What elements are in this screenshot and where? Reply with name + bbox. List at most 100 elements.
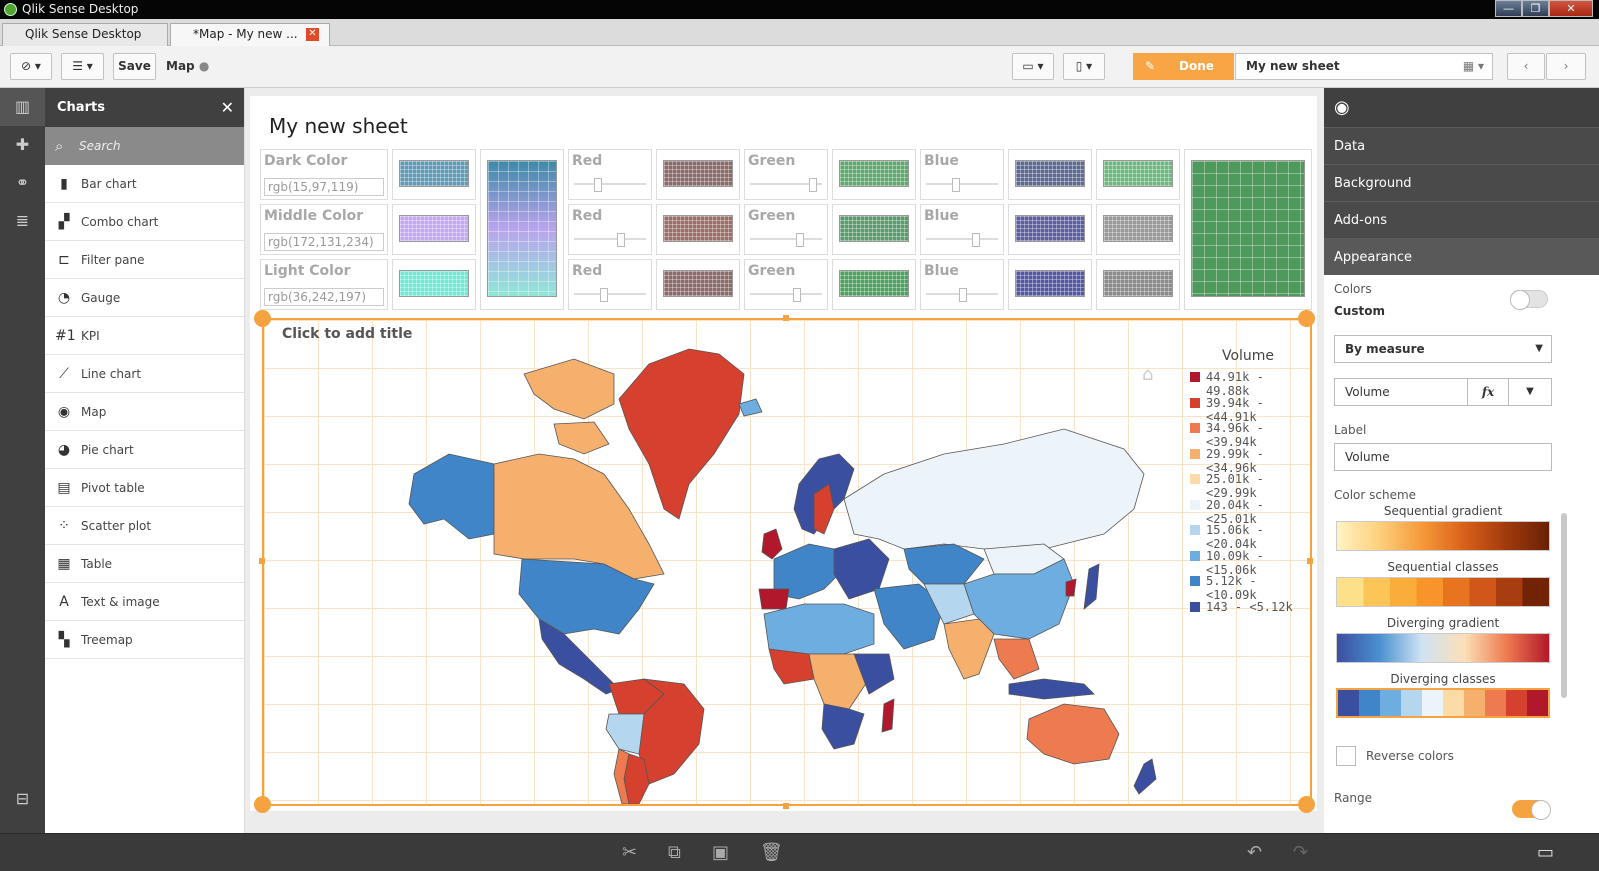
resize-handle-bottom[interactable] [783, 803, 789, 809]
scheme-sequential-gradient[interactable] [1336, 521, 1550, 551]
green-slider-track[interactable] [750, 293, 822, 295]
chart-item-pie-chart[interactable]: ◕ Pie chart [45, 431, 244, 469]
save-button[interactable]: Save [113, 53, 156, 80]
chart-search-input[interactable]: ⌕ Search [45, 127, 244, 165]
green-slider-track[interactable] [750, 238, 822, 240]
resize-handle-left[interactable] [259, 558, 265, 564]
variables-icon[interactable]: ⊟ [0, 780, 45, 818]
database-icon[interactable]: ≣ [0, 202, 45, 240]
resize-handle-top[interactable] [783, 315, 789, 321]
chart-item-combo-chart[interactable]: ▞ Combo chart [45, 203, 244, 241]
scheme-sequential-classes[interactable] [1336, 577, 1550, 607]
blue-slider-knob[interactable] [952, 178, 961, 192]
legend-item[interactable]: 25.01k - <29.99k [1188, 472, 1308, 500]
chart-item-text-image[interactable]: A Text & image [45, 583, 244, 621]
chart-item-gauge[interactable]: ◔ Gauge [45, 279, 244, 317]
blue-slider-knob[interactable] [959, 288, 967, 302]
blue-slider-track[interactable] [926, 183, 998, 185]
undo-icon[interactable]: ↶ [1247, 842, 1262, 863]
copy-icon[interactable]: ⧉ [668, 842, 681, 863]
reverse-colors-checkbox[interactable] [1336, 746, 1356, 766]
map-object[interactable]: Click to add title ⌂ Volume 44.91k - 49.… [262, 318, 1312, 806]
legend-item[interactable]: 34.96k - <39.94k [1188, 421, 1308, 449]
close-tab-icon[interactable]: ✕ [306, 28, 319, 41]
green-slider-knob[interactable] [796, 233, 805, 247]
close-window-button[interactable]: ✕ [1549, 0, 1593, 17]
close-panel-icon[interactable]: ✕ [221, 88, 234, 127]
cut-icon[interactable]: ✂ [622, 842, 637, 863]
legend-item[interactable]: 10.09k - <15.06k [1188, 549, 1308, 577]
chart-item-treemap[interactable]: ▚ Treemap [45, 621, 244, 659]
green-slider-knob[interactable] [809, 178, 818, 192]
redo-icon[interactable]: ↷ [1293, 842, 1308, 863]
previous-sheet-button[interactable]: ‹ [1507, 53, 1545, 80]
charts-icon[interactable]: ▥ [0, 88, 45, 126]
red-slider-knob[interactable] [616, 233, 625, 247]
chart-item-filter-pane[interactable]: ⊏ Filter pane [45, 241, 244, 279]
red-slider-track[interactable] [574, 183, 646, 185]
green-slider-knob[interactable] [792, 288, 801, 302]
chart-item-scatter-plot[interactable]: ⁘ Scatter plot [45, 507, 244, 545]
done-button[interactable]: ✎ Done [1133, 53, 1234, 80]
extensions-icon[interactable]: ✚ [0, 126, 45, 164]
blue-slider-knob[interactable] [972, 233, 981, 247]
red-slider-track[interactable] [574, 293, 646, 295]
section-appearance[interactable]: Appearance [1324, 238, 1599, 275]
range-toggle[interactable] [1512, 800, 1551, 820]
red-slider-knob[interactable] [593, 178, 602, 192]
resize-handle-top-right[interactable] [1298, 310, 1315, 327]
paste-icon[interactable]: ▣ [712, 842, 729, 863]
resize-handle-bottom-left[interactable] [254, 796, 271, 813]
legend-item[interactable]: 5.12k - <10.09k [1188, 574, 1308, 602]
legend-item[interactable]: 29.99k - <34.96k [1188, 447, 1308, 475]
expression-button[interactable]: fx [1467, 378, 1509, 406]
menu-button[interactable]: ☰ ▾ [61, 53, 104, 80]
chart-item-bar-chart[interactable]: ▮ Bar chart [45, 165, 244, 203]
chart-item-pivot-table[interactable]: ▤ Pivot table [45, 469, 244, 507]
map-selector[interactable]: Map ● [166, 59, 209, 73]
navigation-button[interactable]: ⊘ ▾ [10, 53, 52, 80]
blue-slider-track[interactable] [926, 238, 998, 240]
toggle-properties-icon[interactable]: ▭ [1537, 842, 1554, 863]
properties-scrollbar[interactable] [1561, 513, 1567, 698]
minimize-button[interactable]: — [1495, 0, 1522, 17]
label-input[interactable]: Volume [1334, 443, 1552, 471]
tab-hub[interactable]: Qlik Sense Desktop hub [2, 23, 168, 62]
tab-map[interactable]: *Map - My new ... ✕ [170, 23, 330, 46]
measure-caret-button[interactable]: ▼ [1508, 378, 1552, 406]
colors-toggle[interactable] [1510, 290, 1548, 310]
legend-item[interactable]: 143 - <5.12k [1188, 600, 1308, 626]
scheme-diverging-gradient[interactable] [1336, 633, 1550, 663]
section-data[interactable]: Data [1324, 127, 1599, 164]
measure-input[interactable]: Volume [1334, 378, 1468, 406]
legend-item[interactable]: 44.91k - 49.88k [1188, 370, 1308, 398]
sheet-name-field[interactable]: My new sheet ▦ ▾ [1235, 53, 1493, 80]
color-value-input[interactable]: rgb(172,131,234) [264, 233, 384, 251]
scheme-diverging-classes[interactable] [1336, 688, 1550, 718]
chart-item-map[interactable]: ◉ Map [45, 393, 244, 431]
legend-item[interactable]: 20.04k - <25.01k [1188, 498, 1308, 526]
next-sheet-button[interactable]: › [1546, 53, 1586, 80]
legend-item[interactable]: 15.06k - <20.04k [1188, 523, 1308, 551]
section-addons[interactable]: Add-ons [1324, 201, 1599, 238]
presentation-button[interactable]: ▭ ▾ [1012, 53, 1054, 80]
chart-item-table[interactable]: ▦ Table [45, 545, 244, 583]
delete-icon[interactable]: 🗑 [760, 842, 783, 863]
resize-handle-bottom-right[interactable] [1298, 796, 1315, 813]
bookmark-button[interactable]: ▯ ▾ [1063, 53, 1105, 80]
by-measure-dropdown[interactable]: By measure ▼ [1334, 335, 1552, 363]
sheet-list-icon[interactable]: ▦ ▾ [1463, 54, 1484, 79]
chart-item-line-chart[interactable]: ⟋ Line chart [45, 355, 244, 393]
legend-item[interactable]: 39.94k - <44.91k [1188, 396, 1308, 424]
restore-button[interactable]: ❐ [1522, 0, 1549, 17]
red-slider-track[interactable] [574, 238, 646, 240]
section-background[interactable]: Background [1324, 164, 1599, 201]
color-value-input[interactable]: rgb(15,97,119) [264, 178, 384, 196]
world-map[interactable] [344, 334, 1174, 804]
resize-handle-right[interactable] [1307, 558, 1313, 564]
link-icon[interactable]: ⚭ [0, 164, 45, 202]
chart-item-kpi[interactable]: #1 KPI [45, 317, 244, 355]
color-value-input[interactable]: rgb(36,242,197) [264, 288, 384, 306]
resize-handle-top-left[interactable] [254, 310, 271, 327]
red-slider-knob[interactable] [600, 288, 609, 302]
